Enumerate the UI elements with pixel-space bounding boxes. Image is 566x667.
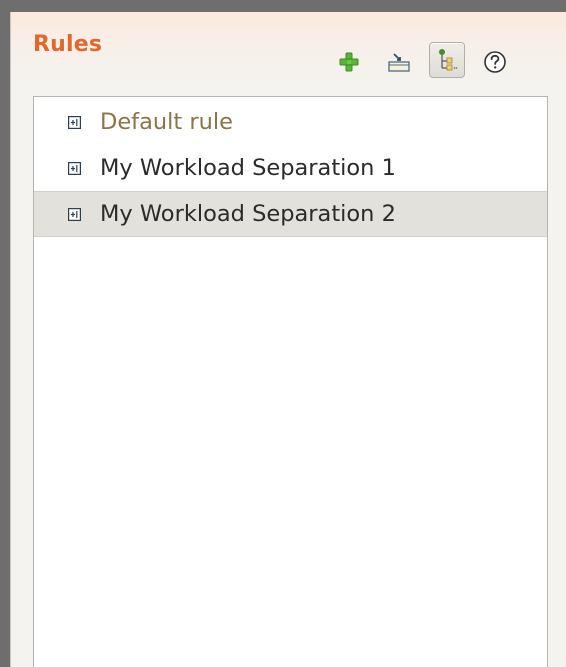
rules-list[interactable]: Default rule My Workload Separation 1 My…	[33, 96, 548, 667]
panel-title: Rules	[33, 32, 103, 57]
rule-icon	[68, 161, 81, 175]
add-rule-button[interactable]	[331, 44, 367, 80]
rule-icon	[68, 115, 81, 129]
rule-item-workload-1[interactable]: My Workload Separation 1	[34, 145, 547, 191]
rule-icon	[68, 207, 81, 221]
import-rule-button[interactable]	[381, 44, 417, 80]
panel-header: Rules	[11, 12, 566, 84]
add-icon	[339, 52, 359, 72]
rule-item-label: My Workload Separation 2	[100, 201, 396, 227]
help-icon	[484, 51, 506, 73]
rules-panel: Rules Default rule My Workload Separatio…	[10, 12, 566, 667]
help-button[interactable]	[477, 44, 513, 80]
rule-item-label: My Workload Separation 1	[100, 155, 396, 181]
rule-item-workload-2[interactable]: My Workload Separation 2	[34, 191, 547, 237]
hierarchy-toggle-button[interactable]	[429, 42, 465, 78]
tree-hierarchy-icon	[439, 49, 458, 71]
import-icon	[388, 53, 410, 72]
rule-item-default[interactable]: Default rule	[34, 99, 547, 145]
window-frame: Rules Default rule My Workload Separatio…	[0, 0, 566, 667]
rule-item-label: Default rule	[100, 109, 233, 135]
